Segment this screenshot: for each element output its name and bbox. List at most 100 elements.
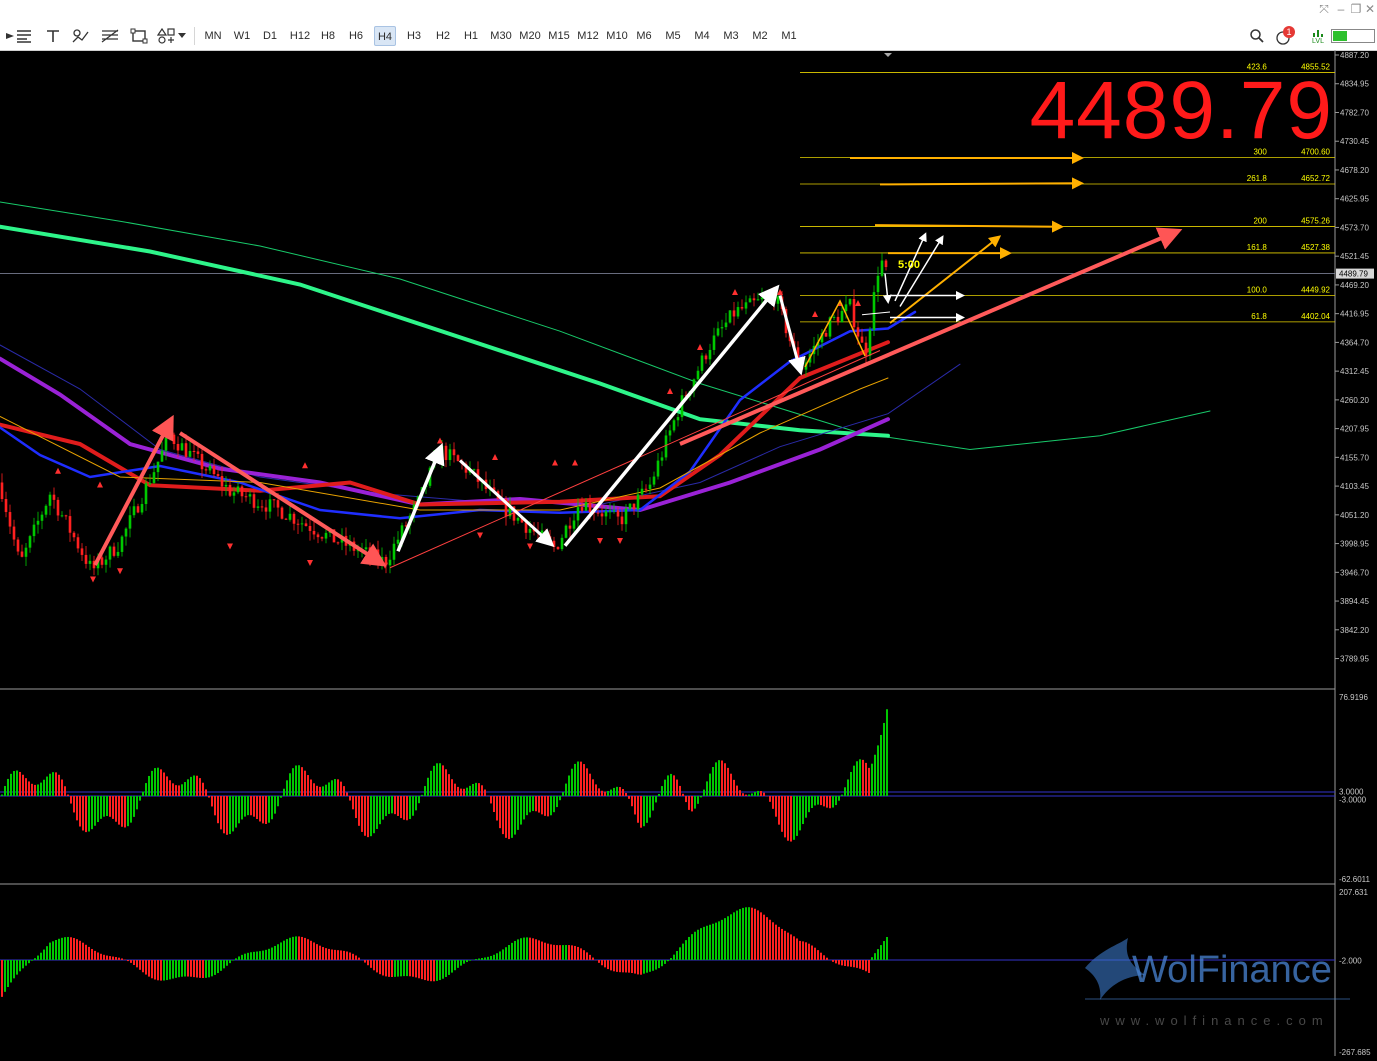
candle-up (844, 304, 848, 312)
candle-down (772, 295, 776, 304)
candle-up (104, 559, 108, 565)
fibonacci-icon[interactable] (99, 25, 121, 47)
line-tools-icon[interactable] (13, 25, 35, 47)
timeframe-m15[interactable]: M15 (547, 26, 571, 46)
candle-up (516, 517, 520, 521)
text-tool-icon[interactable] (42, 25, 64, 47)
timeframe-m5[interactable]: M5 (663, 26, 683, 46)
candle-down (456, 455, 460, 462)
close-icon[interactable]: ✕ (1362, 2, 1377, 16)
candle-down (220, 476, 224, 487)
candle-up (868, 329, 872, 356)
candle-down (856, 327, 860, 337)
timeframe-m20[interactable]: M20 (518, 26, 542, 46)
candle-down (76, 537, 80, 549)
fib-level-ratio: 61.8 (1251, 312, 1267, 321)
timeframe-h8[interactable]: H8 (319, 26, 337, 46)
timeframe-h12[interactable]: H12 (288, 26, 312, 46)
timeframe-m10[interactable]: M10 (605, 26, 629, 46)
pin-icon[interactable]: ⤧ (1316, 2, 1332, 17)
candle-down (852, 298, 856, 328)
candle-up (440, 445, 444, 461)
candle-down (12, 526, 16, 540)
impulse-arrow-white (778, 295, 806, 376)
timeframe-h2[interactable]: H2 (433, 26, 453, 46)
candle-down (336, 542, 340, 544)
candle-up (256, 506, 260, 508)
candle-up (880, 260, 884, 276)
rectangle-icon[interactable] (128, 25, 150, 47)
timeframe-m30[interactable]: M30 (489, 26, 513, 46)
timeframe-mn[interactable]: MN (202, 26, 224, 46)
object-tools-icon[interactable] (70, 25, 92, 47)
signal-level-icon[interactable]: LVL (1306, 25, 1330, 47)
candle-up (564, 525, 568, 538)
timeframe-d1[interactable]: D1 (260, 26, 280, 46)
candle-up (612, 510, 616, 512)
timeframe-w1[interactable]: W1 (232, 26, 252, 46)
candle-up (668, 430, 672, 436)
candle-up (676, 417, 680, 421)
price-chart[interactable]: 4887.20 4834.95 4782.70 4730.45 4678.20 4625.… (0, 50, 1377, 1057)
fib-level-price: 4855.52 (1301, 62, 1330, 71)
ma-200-green (0, 224, 890, 438)
fractal-marker (552, 459, 558, 466)
notification-count: 1 (1286, 27, 1291, 37)
minimize-icon[interactable]: – (1333, 2, 1349, 16)
candle-down (620, 516, 624, 525)
candle-down (276, 500, 280, 508)
timeframe-h6[interactable]: H6 (346, 26, 366, 46)
candle-up (24, 547, 28, 557)
fractal-marker (597, 538, 603, 545)
timeframe-h3[interactable]: H3 (404, 26, 424, 46)
candle-up (116, 551, 120, 556)
price-axis-label: 4678.20 (1340, 166, 1369, 175)
candle-down (52, 494, 56, 500)
candle-up (160, 450, 164, 462)
fib-level-price: 4652.72 (1301, 174, 1330, 183)
search-icon[interactable] (1246, 25, 1268, 47)
chart-toolbar: MN W1 D1 H12 H8 H6 H4 H3 H2 H1 M30 M20 M15 M12 M10 M6 M5… (0, 22, 1377, 51)
candle-up (840, 311, 844, 323)
big-price-display: 4489.79 (1030, 65, 1333, 156)
fractal-marker (117, 568, 123, 575)
candle-up (208, 466, 212, 471)
candle-up (736, 307, 740, 317)
candle-up (140, 504, 144, 513)
timeframe-m2[interactable]: M2 (750, 26, 770, 46)
candle-up (324, 532, 328, 539)
fib-level-ratio: 161.8 (1247, 243, 1268, 252)
timeframe-m1[interactable]: M1 (779, 26, 799, 46)
timeframe-m4[interactable]: M4 (692, 26, 712, 46)
candle-down (4, 498, 8, 513)
candle-up (388, 559, 392, 566)
notifications-icon[interactable]: 1 (1274, 25, 1296, 47)
price-axis-label: 4573.70 (1340, 223, 1369, 232)
candle-down (524, 522, 528, 533)
timeframe-h4[interactable]: H4 (374, 26, 396, 46)
candle-up (872, 292, 876, 330)
connection-status-bar[interactable] (1331, 25, 1375, 47)
candle-up (248, 494, 252, 497)
timeframe-m6[interactable]: M6 (634, 26, 654, 46)
price-axis-label: 3789.95 (1340, 655, 1369, 664)
candle-down (272, 499, 276, 501)
candle-up (144, 483, 148, 505)
timeframe-m12[interactable]: M12 (576, 26, 600, 46)
candle-up (716, 328, 720, 336)
candle-up (128, 515, 132, 529)
shapes-icon[interactable] (156, 25, 178, 47)
candle-down (56, 499, 60, 516)
candle-down (244, 496, 248, 498)
candle-up (88, 560, 92, 564)
candle-down (264, 507, 268, 512)
timeframe-h1[interactable]: H1 (461, 26, 481, 46)
shapes-dropdown-icon[interactable] (176, 25, 188, 47)
candle-down (112, 546, 116, 556)
candle-down (752, 298, 756, 301)
candle-up (44, 505, 48, 515)
candle-down (284, 518, 288, 520)
chart-area[interactable]: 4887.20 4834.95 4782.70 4730.45 4678.20 4625.… (0, 50, 1377, 1057)
candle-down (252, 494, 256, 508)
timeframe-m3[interactable]: M3 (721, 26, 741, 46)
